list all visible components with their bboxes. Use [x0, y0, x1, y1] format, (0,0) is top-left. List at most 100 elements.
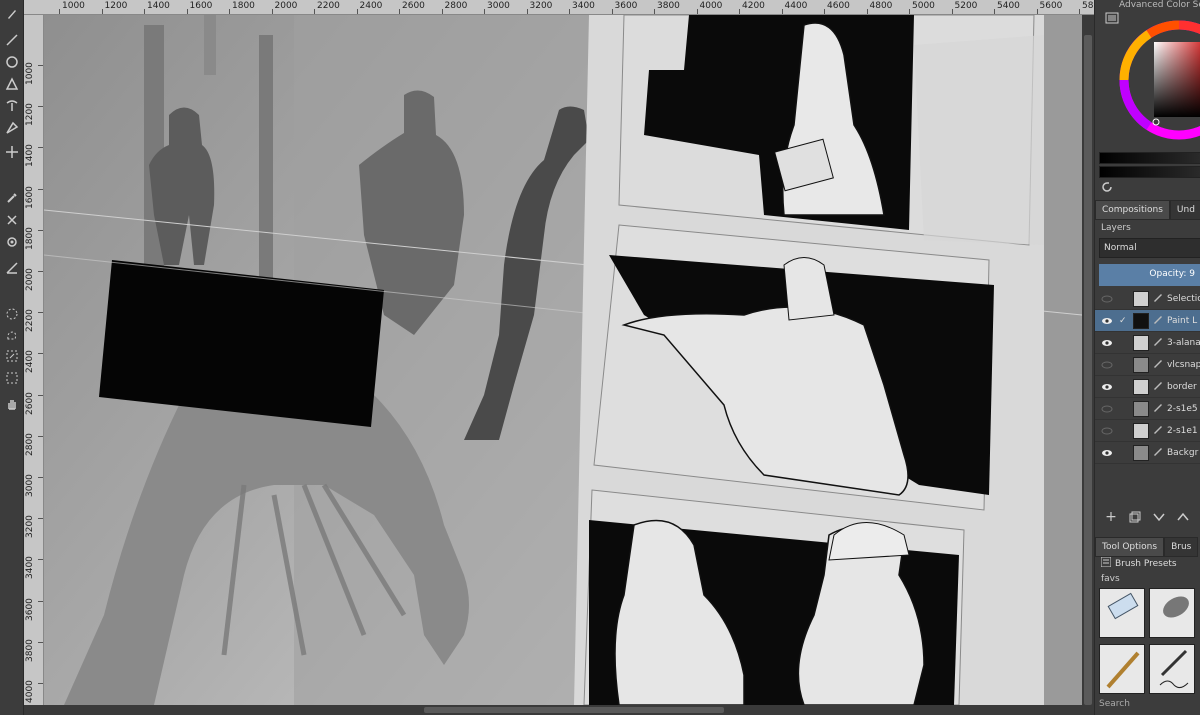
- polygon-icon[interactable]: [2, 74, 22, 94]
- layer-thumbnail: [1133, 313, 1149, 329]
- layer-row[interactable]: border: [1095, 376, 1200, 398]
- layer-checkbox[interactable]: [1119, 338, 1129, 348]
- horizontal-scrollbar[interactable]: [24, 705, 1094, 715]
- tab-compositions[interactable]: Compositions: [1095, 200, 1170, 220]
- vertical-ruler[interactable]: 1000 1200 1400 1600 1800 2000 2200 2400 2600 2800…: [24, 15, 44, 705]
- layer-checkbox[interactable]: ✓: [1119, 316, 1129, 326]
- freehand-brush-icon[interactable]: [2, 4, 22, 24]
- similar-select-icon[interactable]: [2, 346, 22, 366]
- tab-undo[interactable]: Und: [1169, 200, 1200, 220]
- ellipse-select-icon[interactable]: [2, 304, 22, 324]
- color-selector[interactable]: [1099, 20, 1200, 150]
- layer-type-icon: [1153, 446, 1163, 456]
- layer-type-icon: [1153, 292, 1163, 302]
- tab-brush[interactable]: Brus: [1164, 537, 1199, 557]
- layer-name[interactable]: Backgr: [1167, 448, 1198, 458]
- eye-open-icon[interactable]: [1101, 382, 1113, 392]
- eraser-preset[interactable]: [1099, 588, 1145, 638]
- pan-icon[interactable]: [2, 394, 22, 414]
- ruler-left-label: 1200: [25, 103, 35, 127]
- layer-row[interactable]: 2-s1e1: [1095, 420, 1200, 442]
- layer-name[interactable]: Paint L: [1167, 316, 1197, 326]
- right-docker: Advanced Color Se Compositions Und Layer…: [1094, 0, 1200, 715]
- layer-name[interactable]: border: [1167, 382, 1197, 392]
- krita-window: 1000 1200 1400 1600 1800 2000 2200 2400 2600 2800…: [0, 0, 1200, 715]
- ellipse-icon[interactable]: [2, 52, 22, 72]
- layer-row[interactable]: 3-alana: [1095, 332, 1200, 354]
- measure-icon[interactable]: [2, 258, 22, 278]
- eye-closed-icon[interactable]: [1101, 360, 1113, 370]
- fill-icon[interactable]: [2, 232, 22, 252]
- layer-checkbox[interactable]: [1119, 360, 1129, 370]
- move-layer-up-icon[interactable]: [1175, 509, 1191, 525]
- color-slider-2[interactable]: [1099, 166, 1200, 178]
- layer-checkbox[interactable]: [1119, 294, 1129, 304]
- freehand-select-icon[interactable]: [2, 326, 22, 346]
- opacity-slider[interactable]: Opacity: 9: [1099, 264, 1200, 286]
- horizontal-scroll-thumb[interactable]: [424, 707, 724, 713]
- layer-actions: +: [1095, 505, 1200, 529]
- eye-closed-icon[interactable]: [1101, 426, 1113, 436]
- airbrush-preset[interactable]: [1149, 588, 1195, 638]
- line-icon[interactable]: [2, 30, 22, 50]
- ruler-left-label: 1000: [25, 62, 35, 85]
- layer-row[interactable]: ✓ Paint L: [1095, 310, 1200, 332]
- layer-name[interactable]: Selectio: [1167, 294, 1200, 304]
- eye-closed-icon[interactable]: [1101, 404, 1113, 414]
- pencil-preset[interactable]: [1099, 644, 1145, 694]
- layer-type-icon: [1153, 314, 1163, 324]
- layer-name[interactable]: 3-alana: [1167, 338, 1200, 348]
- pen-path-icon[interactable]: [2, 118, 22, 138]
- layer-checkbox[interactable]: [1119, 426, 1129, 436]
- eye-open-icon[interactable]: [1101, 448, 1113, 458]
- color-picker-icon[interactable]: [2, 188, 22, 208]
- layers-title: Layers: [1101, 223, 1131, 233]
- brush-presets-title: Brush Presets: [1115, 558, 1177, 569]
- ruler-left-label: 1800: [25, 226, 35, 250]
- ruler-top-label: 2800: [444, 1, 468, 11]
- layer-row[interactable]: vlcsnap: [1095, 354, 1200, 376]
- duplicate-layer-icon[interactable]: [1127, 509, 1143, 525]
- ruler-left-label: 2600: [25, 391, 35, 415]
- horizontal-ruler[interactable]: 1000 1200 1400 1600 1800 2000 2200 2400 2600 2800…: [24, 0, 1094, 15]
- ruler-top-label: 2000: [274, 1, 298, 11]
- layer-name[interactable]: vlcsnap: [1167, 360, 1200, 370]
- brush-filter-tag[interactable]: favs: [1101, 574, 1120, 584]
- smart-patch-icon[interactable]: [2, 210, 22, 230]
- color-sliders[interactable]: [1099, 152, 1200, 178]
- move-icon[interactable]: [2, 142, 22, 162]
- layer-row[interactable]: Backgr: [1095, 442, 1200, 464]
- vertical-scroll-thumb[interactable]: [1084, 35, 1092, 705]
- layer-checkbox[interactable]: [1119, 448, 1129, 458]
- layer-name[interactable]: 2-s1e5: [1167, 404, 1198, 414]
- layer-name[interactable]: 2-s1e1: [1167, 426, 1198, 436]
- ruler-top-label: 1800: [232, 1, 255, 11]
- layer-type-icon: [1153, 380, 1163, 390]
- layer-thumbnail: [1133, 445, 1149, 461]
- ruler-top-label: 3000: [487, 1, 510, 11]
- move-layer-down-icon[interactable]: [1151, 509, 1167, 525]
- layer-row[interactable]: 2-s1e5: [1095, 398, 1200, 420]
- ruler-left-label: 2800: [25, 432, 35, 456]
- refresh-icon[interactable]: [1101, 181, 1113, 193]
- drawing-canvas[interactable]: [44, 15, 1082, 705]
- vertical-scrollbar[interactable]: [1082, 15, 1094, 705]
- canvas-artwork: [44, 15, 1082, 705]
- add-layer-icon[interactable]: +: [1103, 509, 1119, 525]
- rect-select-icon[interactable]: [2, 368, 22, 388]
- eye-open-icon[interactable]: [1101, 316, 1113, 326]
- ink-pen-preset[interactable]: [1149, 644, 1195, 694]
- eye-closed-icon[interactable]: [1101, 294, 1113, 304]
- eye-open-icon[interactable]: [1101, 338, 1113, 348]
- ruler-top-label: 4600: [827, 1, 850, 11]
- bezier-icon[interactable]: [2, 96, 22, 116]
- layer-row[interactable]: Selectio: [1095, 288, 1200, 310]
- tab-tool-options[interactable]: Tool Options: [1095, 537, 1165, 557]
- color-slider-1[interactable]: [1099, 152, 1200, 164]
- blend-mode-select[interactable]: Normal: [1099, 238, 1200, 258]
- layer-checkbox[interactable]: [1119, 382, 1129, 392]
- ruler-left-label: 3800: [25, 638, 35, 662]
- ruler-left-label: 3000: [25, 474, 35, 497]
- brush-search-input[interactable]: Search: [1099, 699, 1130, 709]
- layer-checkbox[interactable]: [1119, 404, 1129, 414]
